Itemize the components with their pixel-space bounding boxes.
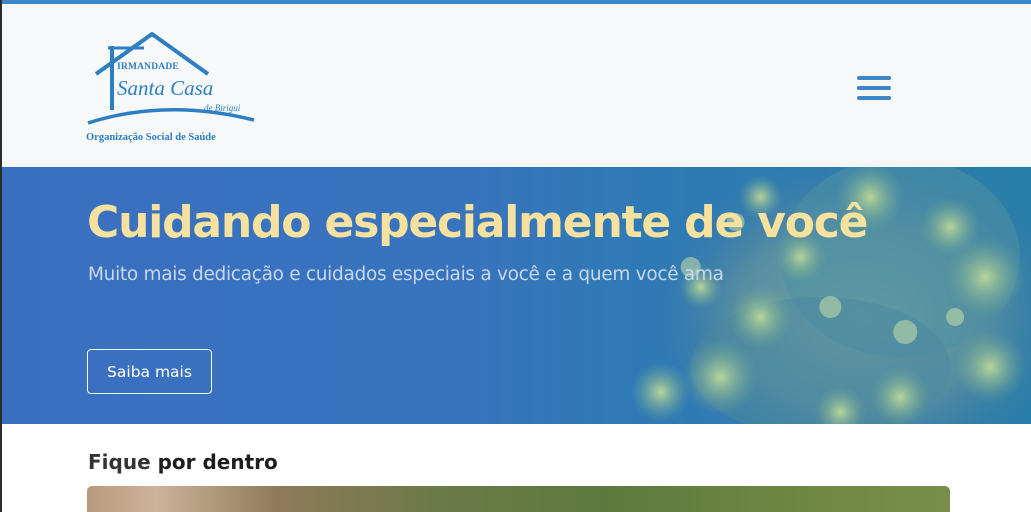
section-title-regular: Fique <box>88 450 151 474</box>
menu-line-bottom <box>857 96 891 100</box>
news-card-image[interactable] <box>87 486 950 512</box>
menu-line-top <box>857 76 891 80</box>
hero-banner: Cuidando especialmente de você Muito mai… <box>2 167 1031 424</box>
section-title: Fique por dentro <box>88 450 278 474</box>
logo-text-santa-casa: Santa Casa <box>117 76 214 100</box>
site-header: IRMANDADE Santa Casa de Birigui Organiza… <box>2 4 1031 167</box>
section-title-bold: por dentro <box>157 450 278 474</box>
hamburger-menu-icon[interactable] <box>853 72 893 104</box>
logo-text-organizacao: Organização Social de Saúde <box>86 132 216 143</box>
site-logo[interactable]: IRMANDADE Santa Casa de Birigui Organiza… <box>86 28 256 148</box>
menu-line-middle <box>857 86 891 90</box>
hero-title: Cuidando especialmente de você <box>87 197 868 248</box>
saiba-mais-button[interactable]: Saiba mais <box>87 349 212 394</box>
logo-text-irmandade: IRMANDADE <box>117 62 179 72</box>
page: IRMANDADE Santa Casa de Birigui Organiza… <box>0 0 1031 512</box>
logo-text-birigui: de Birigui <box>204 103 241 113</box>
hero-subtitle: Muito mais dedicação e cuidados especiai… <box>88 264 724 285</box>
